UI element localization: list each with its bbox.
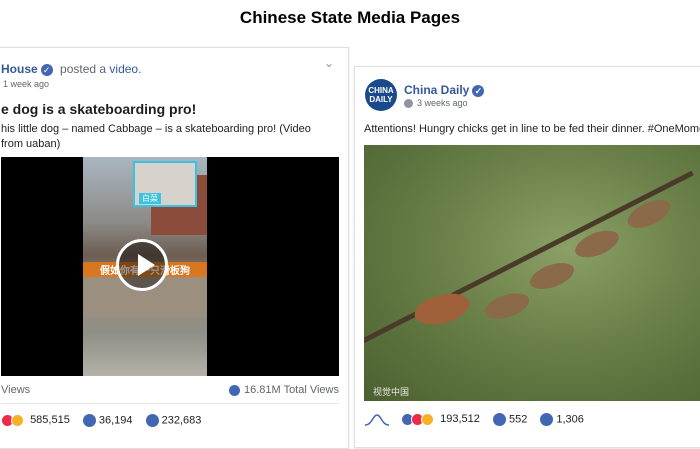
left-post-title: e dog is a skateboarding pro! [1,101,197,117]
verified-badge-icon: ✓ [472,84,485,97]
left-reactions-count[interactable]: 585,515 [30,414,70,426]
left-comments-count[interactable]: 36,194 [99,414,133,426]
bird-image [481,288,533,324]
right-reactions-count[interactable]: 193,512 [440,413,480,425]
haha-reaction-icon [11,414,24,427]
globe-icon [229,384,241,396]
left-engagement-bar: 585,515 36,194 232,683 [1,414,339,427]
play-icon[interactable] [116,239,168,291]
bird-image [411,288,473,330]
total-views-text: 16.81M Total Views [244,384,339,396]
right-shares-count[interactable]: 1,306 [556,413,584,425]
right-page-name[interactable]: China Daily [404,83,469,97]
divider [1,403,339,404]
video-frame: 白菜 假如你有一只滑板狗 [83,157,207,376]
wow-reaction-icon [421,413,435,426]
right-engagement-bar: 193,512 552 1,306 [364,413,700,426]
right-post-text: Attentions! Hungry chicks get in line to… [364,123,700,135]
right-page-name-row: China Daily ✓ [404,83,488,97]
views-label: Views [1,384,31,396]
left-action-text: posted a [60,62,107,76]
right-post-time-row: 3 weeks ago [404,98,468,109]
right-comments-count[interactable]: 552 [509,413,527,425]
comment-icon [492,413,506,426]
left-page-name[interactable]: House [1,62,38,76]
chevron-down-icon[interactable]: ⌄ [324,56,334,70]
video-overlay-label: 白菜 [139,193,161,204]
total-views: 16.81M Total Views [229,384,339,396]
verified-badge-icon: ✓ [40,63,53,76]
trend-sparkline-icon [364,413,390,426]
right-post-time[interactable]: 3 weeks ago [417,98,468,108]
left-post-description: his little dog – named Cabbage – is a sk… [1,123,311,150]
right-post-card: CHINA DAILY China Daily ✓ 3 weeks ago Att… [354,66,700,448]
page-title: Chinese State Media Pages [239,8,461,27]
comment-icon [82,414,96,427]
globe-icon [404,99,413,109]
left-post-time[interactable]: 1 week ago [3,79,49,89]
avatar[interactable]: CHINA DAILY [365,79,397,111]
photo-watermark: 视觉中国 [373,387,410,397]
left-action-link[interactable]: video. [109,62,141,76]
branch-image [364,170,694,348]
left-shares-count[interactable]: 232,683 [162,414,202,426]
bird-image [526,257,578,295]
left-post-header: House ✓ posted a video. [1,62,341,76]
birds-photo[interactable]: 视觉中国 [364,145,700,401]
left-post-card: House ✓ posted a video. 1 week ago ⌄ e do… [0,47,349,449]
share-icon [540,413,554,426]
share-icon [145,414,159,427]
video-player[interactable]: 白菜 假如你有一只滑板狗 [1,157,339,376]
